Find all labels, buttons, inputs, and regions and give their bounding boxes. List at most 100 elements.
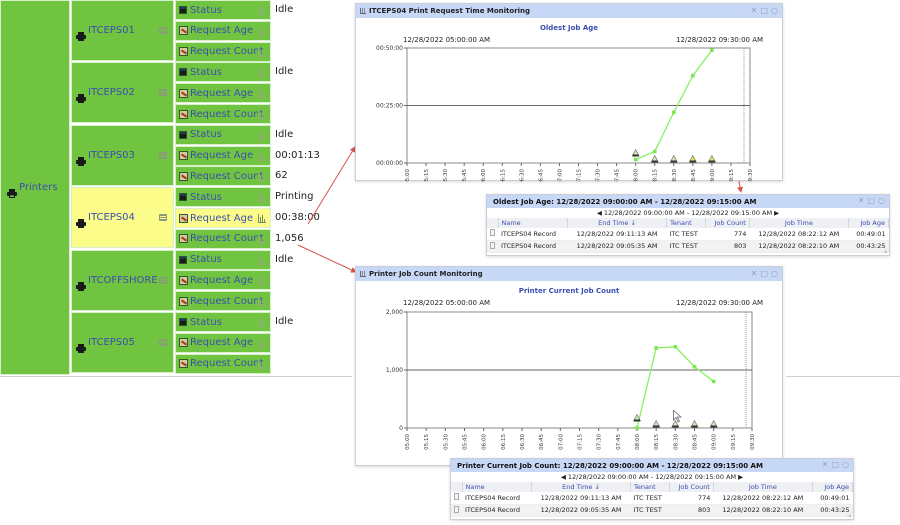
y-tick-label: 00:00:00 [376, 160, 403, 167]
column-header[interactable]: Name [498, 218, 569, 228]
x-tick-label: 06:45 [538, 169, 544, 182]
table-cell: 12/28/2022 08:22:12 AM [713, 492, 813, 505]
settings-icon[interactable]: ○ [842, 460, 849, 470]
marker-base [708, 160, 715, 163]
job-count-chart[interactable]: 0 1,000 2,000 05:00 05:15 05:30 05:45 06:00 06:1… [356, 267, 784, 467]
x-tick-label: 06:00 [482, 434, 488, 450]
x-tick-label: 08:45 [691, 169, 697, 182]
mouse-cursor [673, 410, 682, 423]
next-range-button[interactable]: ▶ [738, 473, 743, 481]
prev-range-button[interactable]: ◀ [597, 209, 602, 217]
x-tick-label: 08:00 [635, 434, 641, 450]
table-cell[interactable]: ITCEPS04 Record [462, 504, 532, 517]
data-point [711, 379, 716, 384]
arrow-age-to-chart [307, 146, 356, 225]
job-age-chart[interactable]: 00:00:00 00:25:00 00:50:00 05:00 05:15 05:30 0… [356, 4, 784, 182]
x-tick-label: 05:30 [443, 434, 449, 450]
table-header-row: Name End Time ↓ Tenant Job Count Job Time Job… [451, 482, 854, 492]
prev-range-button[interactable]: ◀ [561, 473, 566, 481]
table-cell[interactable]: ITC TEST [666, 240, 706, 253]
table-cell: 00:49:01 [848, 228, 889, 241]
close-icon[interactable]: ✕ [858, 196, 865, 206]
x-tick-label: 05:00 [405, 434, 411, 450]
resize-handle[interactable] [846, 512, 851, 517]
popup-title: Oldest Job Age: 12/28/2022 09:00:00 AM -… [493, 197, 757, 206]
data-point [635, 426, 639, 430]
table-cell: 12/28/2022 08:22:10 AM [749, 240, 849, 253]
x-tick-label: 05:15 [424, 434, 430, 450]
table-cell[interactable]: ITCEPS04 Record [498, 240, 568, 253]
range-navigator: ◀ 12/28/2022 09:00:00 AM - 12/28/2022 09… [487, 208, 889, 218]
popup-header[interactable]: Printer Current Job Count: 12/28/2022 09… [451, 459, 853, 472]
x-tick-label: 08:15 [653, 169, 659, 182]
job-count-panel: Printer Job Count Monitoring ✕ □ ○ Print… [355, 266, 783, 466]
series-line [635, 49, 713, 161]
column-header[interactable]: Job Age [812, 482, 854, 492]
data-point [710, 48, 714, 53]
job-age-detail-popup: Oldest Job Age: 12/28/2022 09:00:00 AM -… [486, 194, 890, 256]
document-icon [490, 229, 495, 237]
column-header[interactable]: Job Age [848, 218, 890, 228]
close-icon[interactable]: ✕ [822, 460, 829, 470]
table-cell[interactable]: ITCEPS04 Record [462, 492, 532, 505]
column-header[interactable]: End Time ↓ [531, 482, 632, 492]
marker-base [634, 419, 640, 422]
x-tick-label: 07:15 [577, 169, 583, 182]
table-cell[interactable]: ITC TEST [666, 228, 706, 241]
column-header[interactable]: Job Count [705, 218, 750, 228]
x-tick-label: 07:00 [557, 169, 563, 182]
column-header[interactable]: Job Time [749, 218, 849, 228]
table-cell: 12/28/2022 09:11:13 AM [531, 492, 631, 505]
table-cell: 803 [705, 240, 750, 253]
marker-base [689, 160, 696, 163]
table-row[interactable]: ITCEPS04 Record 12/28/2022 09:11:13 AM ITC… [487, 228, 889, 241]
x-tick-label: 06:15 [500, 169, 506, 182]
maximize-icon[interactable]: □ [867, 196, 875, 206]
table-cell: 774 [705, 228, 750, 241]
column-header[interactable]: Tenant [666, 218, 707, 228]
table-cell: 803 [669, 504, 714, 517]
x-tick-label: 09:30 [750, 434, 756, 450]
x-tick-label: 08:15 [654, 434, 660, 450]
x-tick-label: 06:00 [481, 169, 487, 182]
table-cell[interactable]: ITC TEST [630, 504, 670, 517]
table-cell[interactable]: ITCEPS04 Record [498, 228, 568, 241]
x-tick-label: 09:00 [712, 434, 718, 450]
marker-base [632, 154, 639, 157]
next-range-button[interactable]: ▶ [774, 209, 779, 217]
table-cell: 774 [669, 492, 714, 505]
x-tick-label: 07:15 [578, 434, 584, 450]
table-cell: 12/28/2022 08:22:10 AM [713, 504, 813, 517]
x-tick-label: 07:30 [596, 169, 602, 182]
table-cell: 12/28/2022 09:11:13 AM [567, 228, 667, 241]
popup-header[interactable]: Oldest Job Age: 12/28/2022 09:00:00 AM -… [487, 195, 889, 208]
y-tick-label: 1,000 [386, 367, 403, 374]
x-tick-label: 08:00 [634, 169, 640, 182]
resize-handle[interactable] [882, 248, 887, 253]
marker-base [670, 160, 677, 163]
maximize-icon[interactable]: □ [831, 460, 839, 470]
marker-base [651, 160, 658, 163]
data-point [691, 73, 695, 78]
column-header[interactable]: Tenant [630, 482, 671, 492]
table-header-row: Name End Time ↓ Tenant Job Count Job Time Job… [487, 218, 890, 228]
x-tick-label: 05:45 [462, 169, 468, 182]
column-header[interactable]: End Time ↓ [567, 218, 668, 228]
x-tick-label: 05:30 [443, 169, 449, 182]
data-point [633, 157, 638, 162]
arrow-count-to-chart [297, 244, 357, 273]
table-row[interactable]: ITCEPS04 Record 12/28/2022 09:05:35 AM ITC… [451, 504, 853, 517]
column-header[interactable]: Job Time [713, 482, 813, 492]
marker-base [691, 425, 698, 428]
column-header[interactable]: Job Count [669, 482, 714, 492]
table-row[interactable]: ITCEPS04 Record 12/28/2022 09:05:35 AM ITC… [487, 240, 889, 253]
settings-icon[interactable]: ○ [878, 196, 885, 206]
x-tick-label: 08:30 [672, 169, 678, 182]
document-icon [454, 505, 459, 513]
x-tick-label: 09:15 [729, 169, 735, 182]
x-tick-label: 09:00 [710, 169, 716, 182]
table-cell[interactable]: ITC TEST [630, 492, 670, 505]
sort-desc-icon: ↓ [594, 483, 600, 491]
column-header[interactable]: Name [462, 482, 533, 492]
table-row[interactable]: ITCEPS04 Record 12/28/2022 09:11:13 AM ITC… [451, 492, 853, 505]
